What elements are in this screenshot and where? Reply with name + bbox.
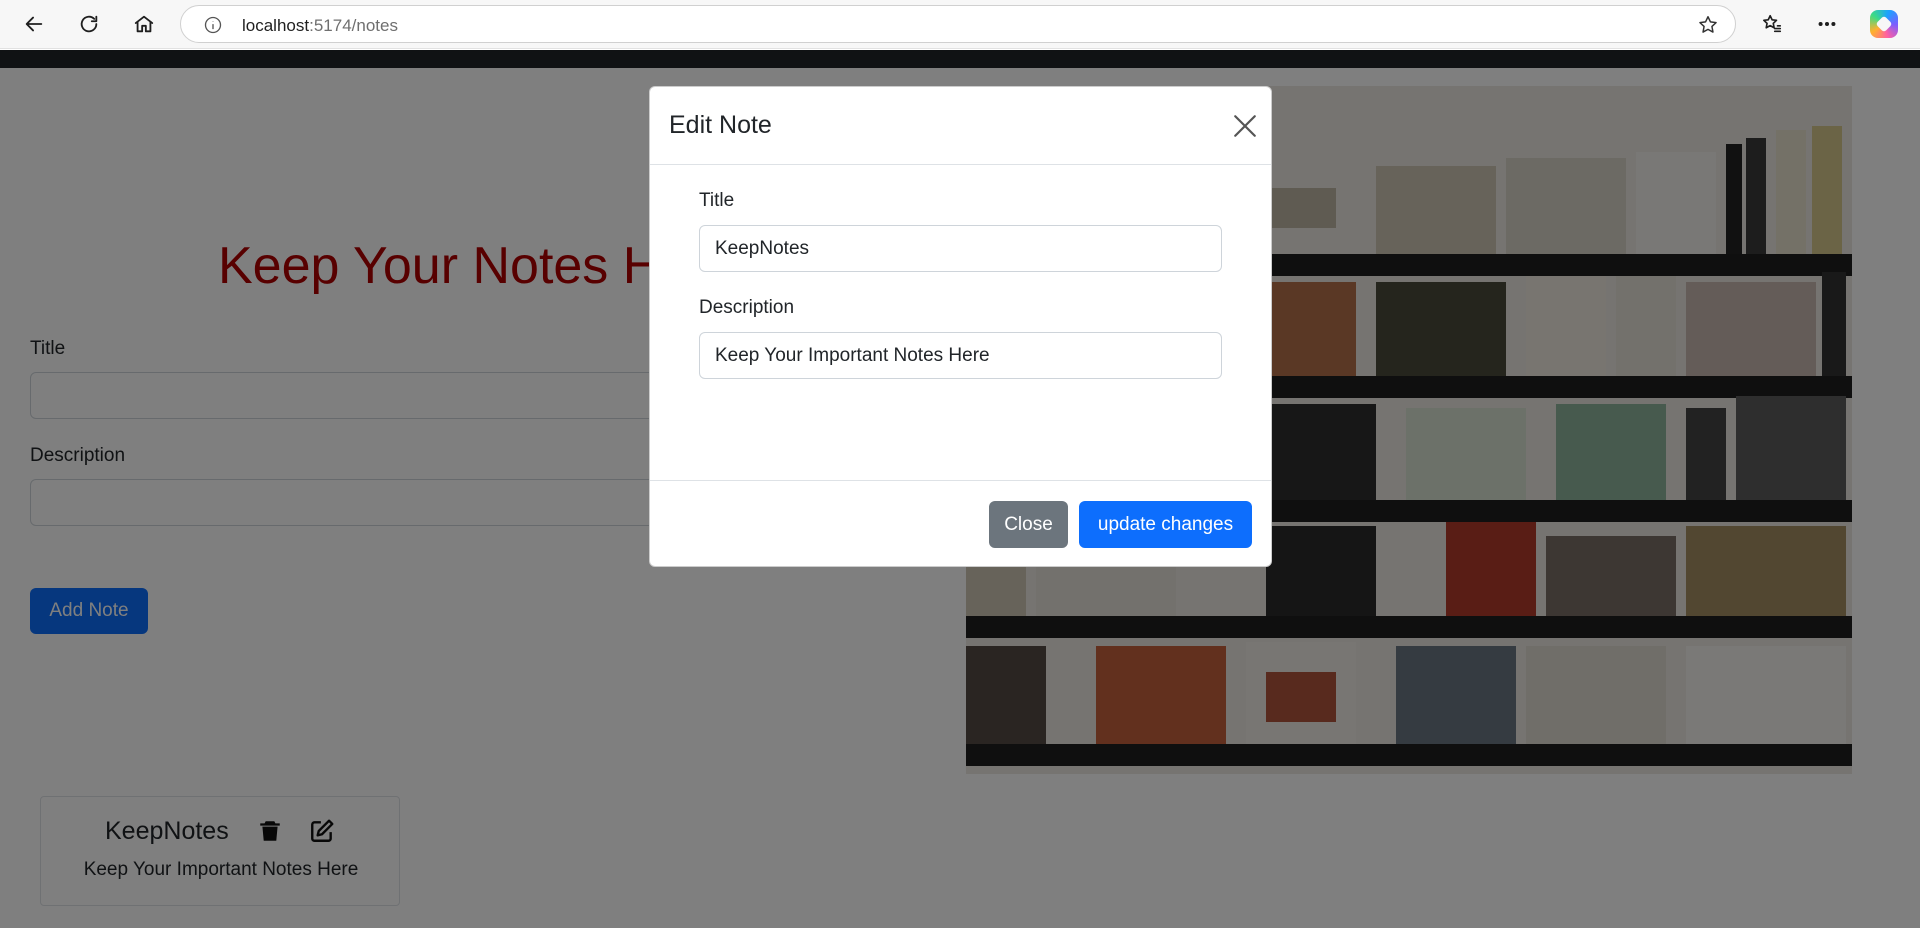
modal-title-label: Title — [699, 190, 735, 211]
url-host: localhost — [242, 16, 310, 35]
update-changes-button[interactable]: update changes — [1079, 501, 1252, 548]
modal-description-input[interactable] — [699, 332, 1222, 379]
page: Keep Your Notes Here Title Description A… — [0, 50, 1920, 928]
modal-title: Edit Note — [669, 111, 772, 139]
url-text[interactable]: localhost:5174/notes — [242, 16, 398, 36]
refresh-icon — [80, 15, 98, 33]
more-icon — [1818, 21, 1836, 27]
info-icon[interactable] — [203, 15, 223, 35]
back-button[interactable] — [18, 8, 50, 40]
modal-footer: Close update changes — [650, 480, 1271, 566]
url-path: :5174/notes — [309, 16, 398, 35]
refresh-button[interactable] — [73, 8, 105, 40]
edit-note-modal: Edit Note Title Description Close update… — [649, 86, 1272, 567]
address-bar[interactable]: localhost:5174/notes — [180, 5, 1736, 43]
more-button[interactable] — [1811, 8, 1843, 40]
close-button[interactable]: Close — [989, 501, 1068, 548]
star-icon[interactable] — [1697, 14, 1719, 36]
modal-description-label: Description — [699, 297, 795, 318]
copilot-icon[interactable] — [1870, 10, 1898, 38]
home-icon — [134, 15, 154, 33]
arrow-left-icon — [25, 16, 43, 32]
modal-header: Edit Note — [650, 87, 1271, 165]
favorites-icon — [1763, 14, 1782, 33]
browser-toolbar: localhost:5174/notes — [0, 0, 1920, 49]
favorites-button[interactable] — [1756, 8, 1788, 40]
home-button[interactable] — [128, 8, 160, 40]
modal-title-input[interactable] — [699, 225, 1222, 272]
close-icon[interactable] — [1232, 113, 1258, 139]
